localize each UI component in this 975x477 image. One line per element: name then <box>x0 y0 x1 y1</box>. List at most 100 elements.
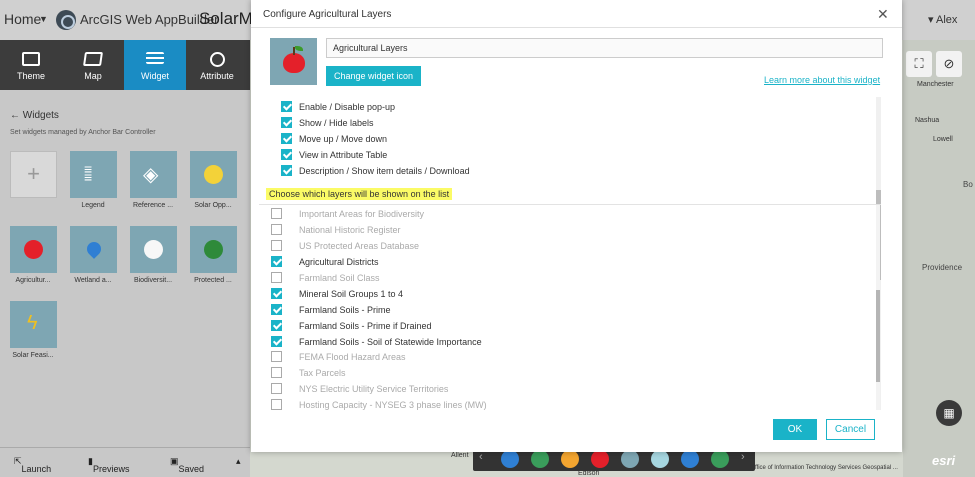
checkbox[interactable] <box>271 304 282 315</box>
checkbox[interactable] <box>271 224 282 235</box>
add-widget-button[interactable]: + <box>10 151 57 198</box>
learn-more-link[interactable]: Learn more about this widget <box>764 75 880 85</box>
layer-row[interactable]: National Historic Register <box>271 223 401 236</box>
option-labels[interactable]: Show / Hide labels <box>281 116 374 129</box>
layer-row[interactable]: Tax Parcels <box>271 366 346 379</box>
checkbox[interactable] <box>281 117 292 128</box>
checkbox[interactable] <box>271 336 282 347</box>
option-attribute-table[interactable]: View in Attribute Table <box>281 148 387 161</box>
layer-label: Farmland Soil Class <box>299 272 380 283</box>
layer-list-scrollbar-thumb[interactable] <box>876 290 880 382</box>
city-label: Manchester <box>917 81 954 88</box>
widget-tile-wetland[interactable] <box>70 226 117 273</box>
widget-name-input[interactable] <box>326 38 883 58</box>
apple-icon <box>283 53 305 73</box>
widget-label: Legend <box>81 202 105 209</box>
dock-flower-icon[interactable] <box>651 450 669 468</box>
widget-tile-agricultural[interactable] <box>10 226 57 273</box>
checkbox[interactable] <box>271 383 282 394</box>
checkbox[interactable] <box>271 320 282 331</box>
tab-attribute[interactable]: Attribute <box>186 40 248 90</box>
user-name: Alex <box>935 14 958 26</box>
water-drop-icon <box>84 239 104 259</box>
change-widget-icon-button[interactable]: Change widget icon <box>326 66 421 86</box>
layer-row[interactable]: US Protected Areas Database <box>271 239 419 252</box>
layer-row[interactable]: Farmland Soils - Prime if Drained <box>271 319 432 332</box>
checkbox[interactable] <box>281 165 292 176</box>
appbuilder-logo-icon <box>56 10 76 30</box>
checkbox[interactable] <box>271 240 282 251</box>
widget-label: Reference ... <box>132 202 174 209</box>
launch-button[interactable]: ⇱ Launch <box>14 456 51 474</box>
widgets-heading[interactable]: ← Widgets <box>10 110 59 121</box>
tab-label: Map <box>84 71 102 81</box>
city-label: Providence <box>922 263 963 272</box>
dock-apple-icon[interactable] <box>591 450 609 468</box>
option-popup[interactable]: Enable / Disable pop-up <box>281 100 395 113</box>
widget-tile-reference[interactable]: ◈ <box>130 151 177 198</box>
layer-label: Hosting Capacity - NYSEG 3 phase lines (… <box>299 399 487 410</box>
dock-layers-icon[interactable] <box>531 450 549 468</box>
tab-label: Attribute <box>200 71 234 81</box>
widget-tile-legend[interactable]: ≡ ≡ <box>70 151 117 198</box>
cancel-button[interactable]: Cancel <box>826 419 875 440</box>
fullscreen-icon[interactable]: ⛶ <box>906 51 932 77</box>
chevron-down-icon[interactable]: ▼ <box>39 14 48 24</box>
configure-widget-dialog: Configure Agricultural Layers ✕ Change w… <box>251 0 902 452</box>
layer-row[interactable]: Farmland Soil Class <box>271 271 380 284</box>
widget-tile-solar-feasibility[interactable]: ϟ <box>10 301 57 348</box>
tab-widget[interactable]: Widget <box>124 40 186 90</box>
checkbox[interactable] <box>281 101 292 112</box>
widget-tile-protected[interactable] <box>190 226 237 273</box>
layer-row[interactable]: Agricultural Districts <box>271 255 379 268</box>
layer-row[interactable]: FEMA Flood Hazard Areas <box>271 350 406 363</box>
layer-row[interactable]: NYS Electric Utility Service Territories <box>271 382 448 395</box>
grid-menu-button[interactable]: ▦ <box>936 400 962 426</box>
widget-icon <box>146 52 164 64</box>
layer-label: US Protected Areas Database <box>299 240 420 251</box>
chevron-right-icon[interactable]: › <box>741 451 745 463</box>
ok-button[interactable]: OK <box>773 419 817 440</box>
close-icon[interactable]: ✕ <box>877 6 889 23</box>
brand-title: ArcGIS Web AppBuilder <box>80 12 219 27</box>
checkbox[interactable] <box>271 367 282 378</box>
previews-button[interactable]: ▮ Previews <box>88 456 129 474</box>
chevron-up-icon[interactable]: ▴ <box>236 456 241 467</box>
city-label: Lowell <box>933 136 953 143</box>
dock-wetland-icon[interactable] <box>621 450 639 468</box>
checkbox[interactable] <box>271 256 282 267</box>
option-move[interactable]: Move up / Move down <box>281 132 387 145</box>
checkbox[interactable] <box>271 272 282 283</box>
widget-tile-solar-opp[interactable] <box>190 151 237 198</box>
layer-label: Important Areas for Biodiversity <box>299 208 425 219</box>
tab-map[interactable]: Map <box>62 40 124 90</box>
widget-tile-biodiversity[interactable] <box>130 226 177 273</box>
dock-bolt-icon[interactable] <box>711 450 729 468</box>
checkbox[interactable] <box>271 288 282 299</box>
dock-solar-icon[interactable] <box>561 450 579 468</box>
option-label: Enable / Disable pop-up <box>299 101 396 112</box>
checkbox[interactable] <box>281 149 292 160</box>
widget-label: Solar Feasi... <box>12 352 54 359</box>
layer-row[interactable]: Farmland Soils - Soil of Statewide Impor… <box>271 335 482 348</box>
visibility-off-icon[interactable]: ⊘ <box>936 51 962 77</box>
widget-icon-preview <box>270 38 317 85</box>
apple-leaf <box>295 46 303 51</box>
chevron-left-icon[interactable]: ‹ <box>479 451 483 463</box>
checkbox[interactable] <box>271 208 282 219</box>
checkbox[interactable] <box>271 351 282 362</box>
home-menu[interactable]: Home <box>4 11 41 27</box>
checkbox[interactable] <box>271 399 282 410</box>
tab-theme[interactable]: Theme <box>0 40 62 90</box>
dock-tree-icon[interactable] <box>681 450 699 468</box>
layer-row[interactable]: Farmland Soils - Prime <box>271 303 391 316</box>
layer-row[interactable]: Important Areas for Biodiversity <box>271 207 424 220</box>
dock-legend-icon[interactable] <box>501 450 519 468</box>
saved-button[interactable]: ▣ Saved <box>170 456 204 474</box>
layer-row[interactable]: Hosting Capacity - NYSEG 3 phase lines (… <box>271 398 487 411</box>
checkbox[interactable] <box>281 133 292 144</box>
layer-row[interactable]: Mineral Soil Groups 1 to 4 <box>271 287 403 300</box>
option-description[interactable]: Description / Show item details / Downlo… <box>281 164 470 177</box>
flower-icon <box>144 240 163 259</box>
user-menu[interactable]: ▾ Alex <box>928 13 957 26</box>
